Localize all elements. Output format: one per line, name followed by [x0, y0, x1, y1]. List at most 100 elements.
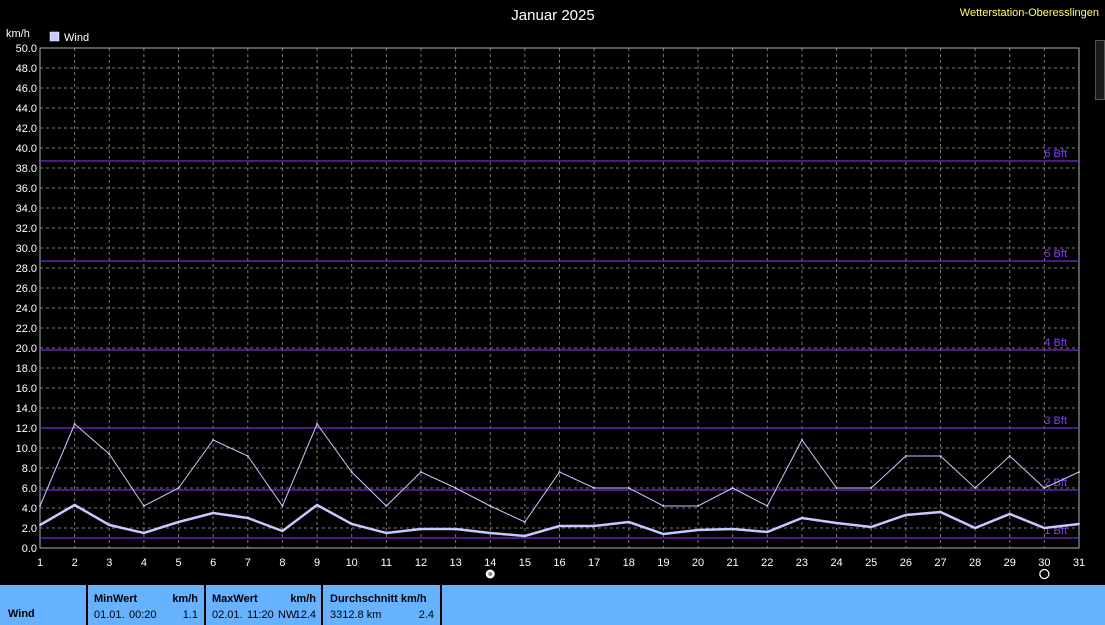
y-tick-label: 10.0	[16, 443, 37, 455]
summary-panel: Wind MinWert km/h 01.01. 00:20 1.1 MaxWe…	[0, 585, 1105, 625]
data-point-avg	[731, 528, 734, 530]
x-tick-label: 3	[106, 557, 112, 569]
full-moon-icon-detail	[488, 572, 493, 576]
legend-label: Wind	[64, 32, 89, 44]
x-tick-label: 22	[761, 557, 773, 569]
data-point-avg	[177, 521, 180, 523]
wind-chart: Januar 2025 Wetterstation-Oberesslingen …	[6, 7, 1099, 580]
data-point-avg	[385, 532, 388, 534]
y-tick-label: 42.0	[16, 123, 37, 135]
data-point-avg	[627, 521, 630, 523]
data-point-avg	[523, 535, 526, 537]
max-date: 02.01.	[212, 609, 243, 621]
data-point-avg	[800, 517, 803, 519]
beaufort-label: 5 Bft	[1044, 248, 1067, 260]
y-tick-label: 28.0	[16, 263, 37, 275]
data-point-avg	[419, 528, 422, 530]
x-tick-label: 8	[279, 557, 285, 569]
data-point-avg	[246, 517, 249, 519]
data-point-max	[627, 487, 630, 489]
data-point-avg	[904, 514, 907, 516]
max-box: MaxWert km/h 02.01. 11:20 NW 12.4	[206, 585, 321, 625]
x-tick-label: 20	[692, 557, 704, 569]
data-point-avg	[558, 525, 561, 527]
data-point-avg	[350, 523, 353, 525]
data-point-avg	[142, 532, 145, 534]
series-line-avg	[39, 503, 1080, 538]
avg-distance: 3312.8 km	[330, 609, 382, 621]
y-tick-label: 8.0	[22, 463, 37, 475]
x-tick-label: 5	[175, 557, 181, 569]
y-tick-label: 26.0	[16, 283, 37, 295]
data-point-max	[800, 439, 803, 441]
data-point-max	[939, 455, 942, 457]
chart-title: Januar 2025	[511, 7, 594, 24]
min-time: 00:20	[129, 609, 157, 621]
y-tick-label: 20.0	[16, 343, 37, 355]
data-point-max	[177, 487, 180, 489]
data-point-avg	[697, 529, 700, 531]
new-moon-icon	[1039, 568, 1050, 580]
x-tick-label: 12	[415, 557, 427, 569]
beaufort-label: 6 Bft	[1044, 148, 1067, 160]
x-tick-label: 11	[381, 557, 392, 569]
max-time: 11:20	[247, 609, 274, 621]
y-tick-label: 4.0	[22, 503, 37, 515]
avg-header: Durchschnitt km/h	[330, 593, 427, 605]
y-tick-label: 18.0	[16, 363, 37, 375]
data-point-avg	[939, 511, 942, 513]
data-point-max	[419, 471, 422, 473]
x-tick-label: 19	[657, 557, 669, 569]
y-tick-label: 48.0	[16, 63, 37, 75]
x-tick-label: 14	[484, 557, 496, 569]
data-point-avg	[593, 525, 596, 527]
max-header: MaxWert	[212, 593, 258, 605]
data-point-avg	[1008, 513, 1011, 515]
min-unit: km/h	[172, 593, 198, 605]
min-box: MinWert km/h 01.01. 00:20 1.1	[88, 585, 204, 625]
x-tick-label: 30	[1038, 557, 1050, 569]
x-tick-label: 28	[969, 557, 981, 569]
min-header: MinWert	[94, 593, 138, 605]
data-point-max	[1078, 471, 1080, 473]
x-tick-label: 17	[588, 557, 600, 569]
y-tick-label: 34.0	[16, 203, 37, 215]
y-axis-unit: km/h	[6, 28, 30, 40]
y-tick-label: 50.0	[16, 43, 37, 55]
summary-filler	[442, 585, 1105, 625]
x-tick-label: 6	[210, 557, 216, 569]
summary-row-label: Wind	[8, 608, 35, 620]
data-point-avg	[1043, 527, 1046, 529]
data-point-max	[593, 487, 596, 489]
max-unit: km/h	[290, 593, 316, 605]
data-point-max	[108, 453, 111, 455]
data-point-max	[142, 505, 145, 507]
x-tick-label: 25	[865, 557, 877, 569]
x-tick-label: 24	[830, 557, 842, 569]
x-tick-label: 23	[796, 557, 808, 569]
x-tick-label: 4	[141, 557, 147, 569]
data-point-max	[73, 423, 76, 425]
x-tick-label: 18	[623, 557, 635, 569]
x-tick-label: 21	[727, 557, 739, 569]
data-point-avg	[489, 532, 492, 534]
data-point-max	[662, 505, 665, 507]
x-tick-label: 13	[449, 557, 461, 569]
y-tick-label: 14.0	[16, 403, 37, 415]
data-point-avg	[73, 504, 76, 506]
y-tick-label: 6.0	[22, 483, 37, 495]
y-tick-label: 36.0	[16, 183, 37, 195]
max-direction: NW	[278, 609, 297, 621]
data-point-max	[316, 423, 319, 425]
scrollbar[interactable]	[1095, 40, 1105, 100]
min-date: 01.01.	[94, 609, 125, 621]
x-tick-label: 2	[72, 557, 78, 569]
min-value: 1.1	[182, 609, 198, 621]
data-point-max	[385, 505, 388, 507]
data-point-avg	[766, 531, 769, 533]
data-point-avg	[662, 533, 665, 535]
data-point-avg	[974, 527, 977, 529]
data-point-max	[1043, 487, 1046, 489]
data-point-avg	[281, 530, 284, 532]
data-point-max	[974, 487, 977, 489]
